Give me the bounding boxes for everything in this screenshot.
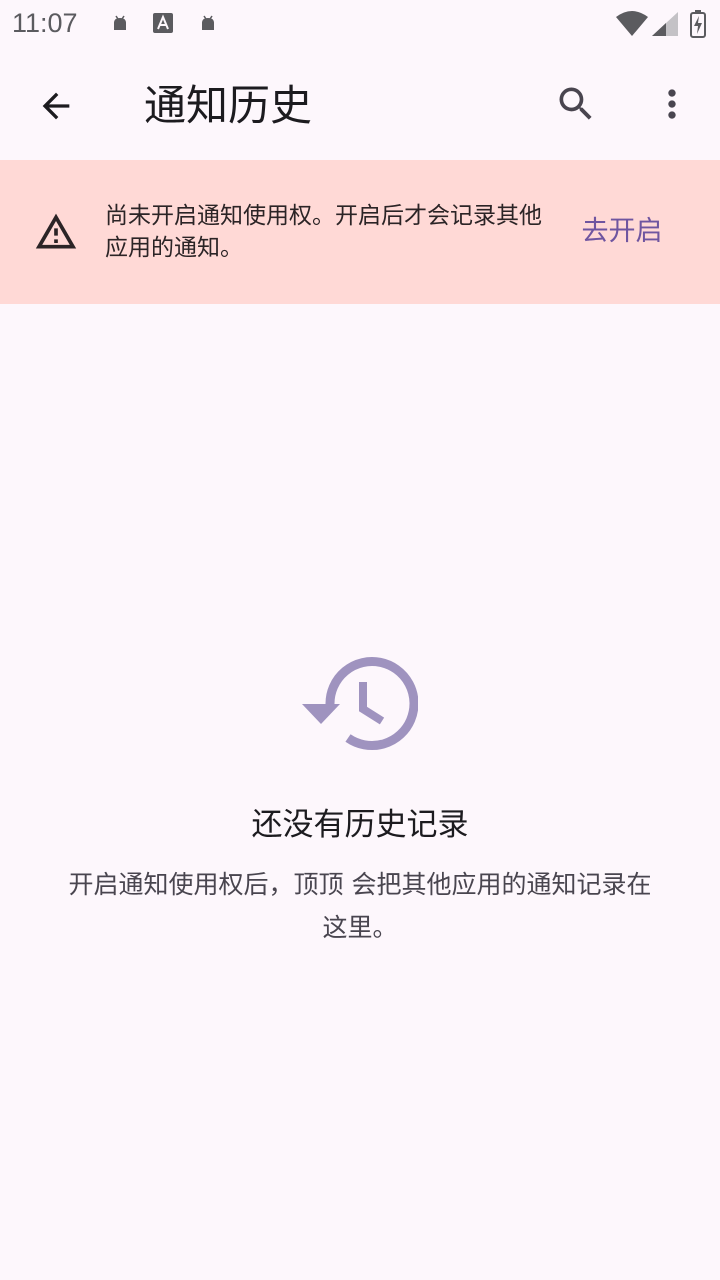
app-bar: 通知历史: [0, 50, 720, 160]
search-icon: [559, 87, 592, 120]
search-button[interactable]: [548, 76, 604, 132]
status-bar: 11:07: [0, 0, 720, 50]
back-button[interactable]: [28, 78, 84, 134]
banner-message: 尚未开启通知使用权。开启后才会记录其他应用的通知。: [105, 203, 542, 261]
page-title: 通知历史: [144, 81, 313, 130]
permission-warning-banner: 尚未开启通知使用权。开启后才会记录其他应用的通知。 去开启: [0, 160, 720, 304]
android-notification-icon-2: [199, 14, 217, 36]
more-vert-icon: [668, 89, 676, 119]
more-options-button[interactable]: [644, 76, 700, 132]
font-app-icon: [153, 13, 173, 37]
wifi-icon: [616, 11, 648, 41]
cellular-signal-icon: [652, 12, 678, 40]
status-time: 11:07: [12, 8, 78, 38]
empty-state-description: 开启通知使用权后，顶顶 会把其他应用的通知记录在这里。: [68, 870, 652, 942]
arrow-back-icon: [42, 92, 70, 120]
battery-charging-icon: [690, 10, 706, 42]
notification-history-screen: 11:07 通知历史 尚未开启通知使用权。开启后才会记录其他应用的通知。 去开启…: [0, 0, 720, 1280]
android-notification-icon: [111, 14, 129, 36]
empty-state-title: 还没有历史记录: [251, 807, 469, 843]
warning-icon: [35, 213, 77, 249]
history-icon: [302, 657, 418, 751]
enable-permission-button[interactable]: 去开启: [570, 212, 674, 252]
